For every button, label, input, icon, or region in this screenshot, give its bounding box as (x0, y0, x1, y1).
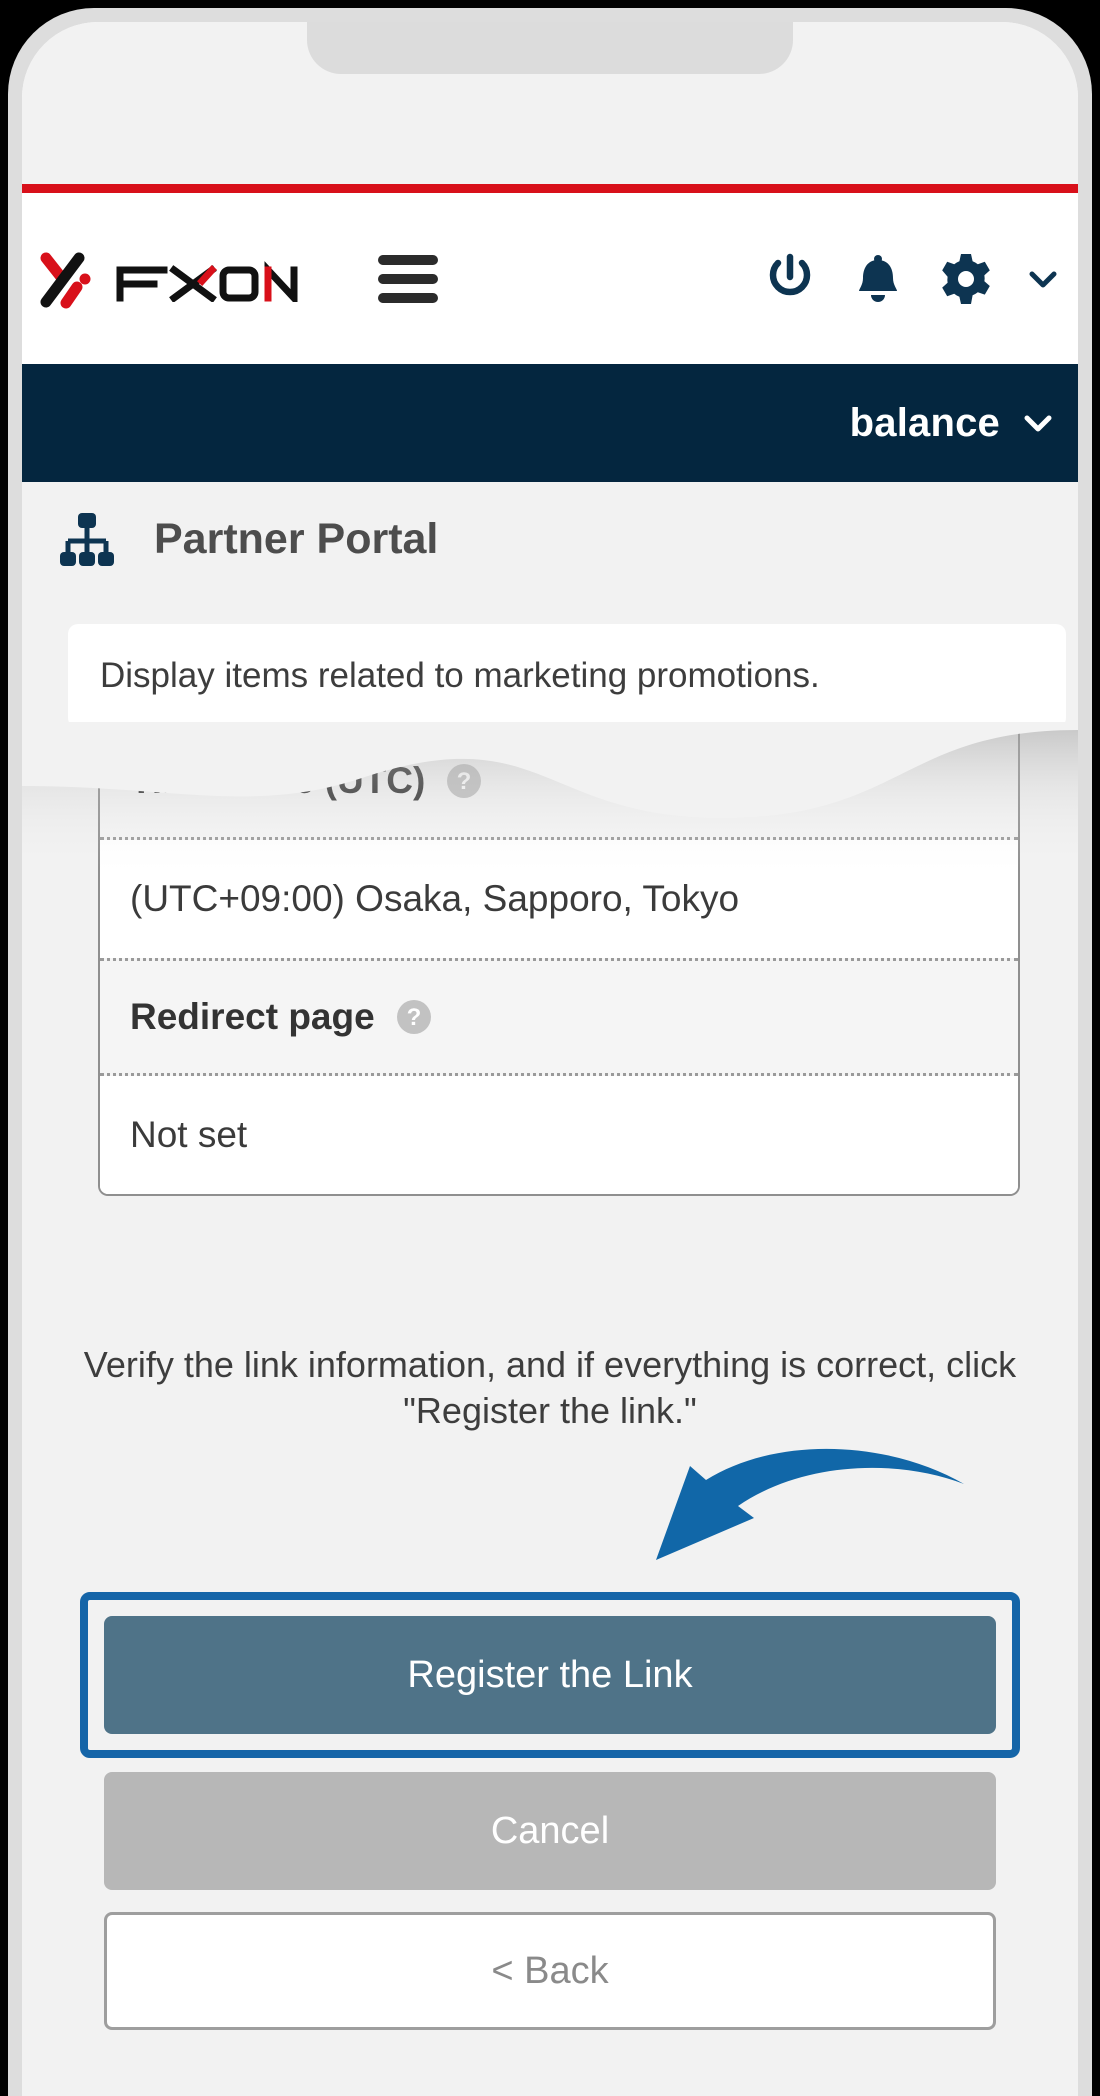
top-navigation-bar (22, 193, 1078, 364)
cancel-button[interactable]: Cancel (104, 1772, 996, 1890)
page-description-card: Display items related to marketing promo… (68, 624, 1066, 728)
register-the-link-button[interactable]: Register the Link (104, 1616, 996, 1734)
nav-icon-group (762, 251, 1060, 307)
svg-text:?: ? (457, 768, 472, 795)
gear-icon[interactable] (938, 251, 994, 307)
hamburger-menu-icon[interactable] (378, 254, 438, 303)
field-label: Time Zone (UTC) (130, 760, 426, 801)
chevron-down-icon[interactable] (1026, 262, 1060, 296)
bell-icon[interactable] (850, 251, 906, 307)
chevron-down-icon[interactable] (1022, 407, 1054, 439)
table-row-value: Not set (100, 1076, 1018, 1194)
page-description-text: Display items related to marketing promo… (100, 656, 820, 695)
hamburger-bar (378, 254, 438, 265)
site-logo[interactable] (36, 246, 330, 312)
balance-label: balance (849, 400, 1000, 445)
page-body: Time Zone (UTC) ? (UTC+09:00) Osaka, Sap… (22, 722, 1078, 2096)
field-value: Not set (130, 1114, 248, 1155)
phone-screen: balance Partner Portal Display items rel… (22, 22, 1078, 2096)
table-row-label: Time Zone (UTC) ? (100, 722, 1018, 840)
phone-frame: balance Partner Portal Display items rel… (8, 8, 1092, 2096)
page-header: Partner Portal (22, 482, 1078, 596)
balance-bar[interactable]: balance (22, 364, 1078, 482)
help-icon[interactable]: ? (395, 998, 433, 1036)
phone-notch (307, 22, 793, 74)
browser-content: balance Partner Portal Display items rel… (22, 22, 1078, 2096)
brand-accent-rule (22, 184, 1078, 193)
svg-text:?: ? (406, 1004, 421, 1031)
back-button[interactable]: < Back (104, 1912, 996, 2030)
page-title: Partner Portal (154, 514, 439, 563)
help-icon[interactable]: ? (445, 762, 483, 800)
primary-action-highlight: Register the Link (80, 1592, 1020, 1758)
link-detail-table: Time Zone (UTC) ? (UTC+09:00) Osaka, Sap… (98, 722, 1020, 1196)
annotation-arrow-icon (656, 1448, 964, 1560)
table-row-value: (UTC+09:00) Osaka, Sapporo, Tokyo (100, 840, 1018, 958)
instruction-text: Verify the link information, and if ever… (83, 1344, 1017, 1432)
table-row-label: Redirect page ? (100, 958, 1018, 1076)
fxon-logo-wordmark (116, 260, 298, 302)
org-chart-icon (60, 513, 114, 566)
hamburger-bar (378, 292, 438, 303)
screenshot-stage: balance Partner Portal Display items rel… (0, 0, 1100, 2096)
field-label: Redirect page (130, 996, 375, 1037)
field-value: (UTC+09:00) Osaka, Sapporo, Tokyo (130, 878, 740, 919)
power-icon[interactable] (762, 251, 818, 307)
fxon-logo-mark (40, 252, 91, 308)
hamburger-bar (378, 273, 438, 284)
action-button-panel: Register the Link Cancel < Back (80, 1592, 1020, 2078)
